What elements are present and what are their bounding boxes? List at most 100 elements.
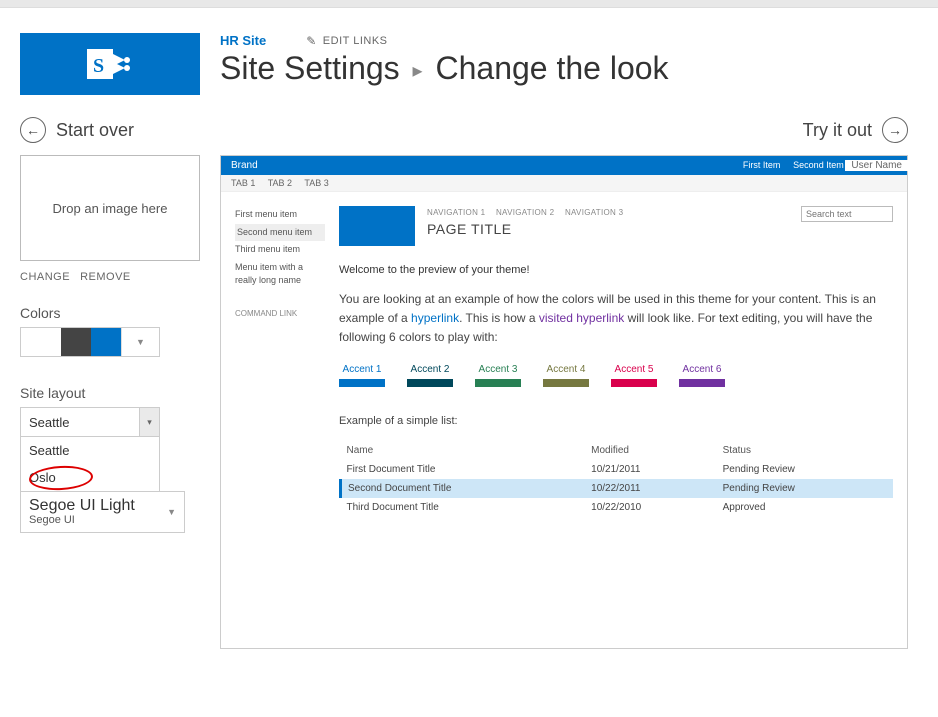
cell: Pending Review bbox=[717, 460, 893, 479]
preview-brand: Brand bbox=[231, 160, 258, 171]
preview-tab: TAB 3 bbox=[304, 178, 328, 188]
svg-text:S: S bbox=[93, 55, 104, 77]
table-header-row: Name Modified Status bbox=[341, 441, 894, 460]
accent-2: Accent 2 bbox=[407, 364, 453, 387]
nav-item: NAVIGATION 2 bbox=[496, 208, 554, 217]
col-status: Status bbox=[717, 441, 893, 460]
start-over-button[interactable]: ← Start over bbox=[20, 117, 134, 143]
font-primary-label: Segoe UI Light bbox=[29, 498, 135, 514]
sharepoint-icon: S bbox=[85, 44, 135, 84]
cell: Approved bbox=[717, 498, 893, 517]
color-swatch-2 bbox=[61, 328, 91, 356]
accent-label: Accent 2 bbox=[411, 364, 450, 375]
accent-label: Accent 3 bbox=[479, 364, 518, 375]
preview-page-title: PAGE TITLE bbox=[427, 221, 631, 237]
breadcrumb: Site Settings ▸ Change the look bbox=[220, 50, 918, 87]
remove-image-button[interactable]: REMOVE bbox=[80, 271, 131, 283]
preview-nav: NAVIGATION 1 NAVIGATION 2 NAVIGATION 3 bbox=[427, 208, 631, 217]
accent-label: Accent 6 bbox=[683, 364, 722, 375]
try-it-out-button[interactable]: Try it out → bbox=[803, 117, 908, 143]
main-content: Drop an image here CHANGE REMOVE Colors … bbox=[0, 155, 938, 679]
font-select[interactable]: Segoe UI Light Segoe UI ▼ bbox=[20, 491, 185, 533]
preview-tab: TAB 1 bbox=[231, 178, 255, 188]
cell: Second Document Title bbox=[341, 479, 586, 498]
accent-5: Accent 5 bbox=[611, 364, 657, 387]
ribbon-item: Second Item bbox=[793, 160, 844, 170]
cell: Pending Review bbox=[717, 479, 893, 498]
command-link: COMMAND LINK bbox=[235, 308, 325, 320]
try-it-out-label: Try it out bbox=[803, 120, 872, 141]
window-titlebar bbox=[0, 0, 938, 8]
site-layout-dropdown: Seattle Oslo bbox=[20, 436, 160, 492]
preview-search-input bbox=[801, 206, 893, 222]
preview-tab: TAB 2 bbox=[268, 178, 292, 188]
cell: First Document Title bbox=[341, 460, 586, 479]
colors-label: Colors bbox=[20, 305, 200, 321]
breadcrumb-current: Change the look bbox=[435, 50, 668, 86]
accent-1: Accent 1 bbox=[339, 364, 385, 387]
accent-label: Accent 5 bbox=[615, 364, 654, 375]
theme-preview: Brand First Item Second Item Third Item … bbox=[220, 155, 908, 649]
pencil-icon: ✎ bbox=[306, 34, 317, 48]
site-link[interactable]: HR Site bbox=[220, 33, 266, 48]
color-swatch-3 bbox=[91, 328, 121, 356]
site-layout-label: Site layout bbox=[20, 385, 200, 401]
layout-option-oslo[interactable]: Oslo bbox=[21, 464, 159, 491]
nav-item: NAVIGATION 1 bbox=[427, 208, 485, 217]
page-header: S HR Site ✎ EDIT LINKS Site Settings ▸ C… bbox=[0, 8, 938, 105]
dropzone-label: Drop an image here bbox=[53, 201, 168, 216]
accent-4: Accent 4 bbox=[543, 364, 589, 387]
accent-6: Accent 6 bbox=[679, 364, 725, 387]
table-row-selected: Second Document Title 10/22/2011 Pending… bbox=[341, 479, 894, 498]
preview-visited-link: visited hyperlink bbox=[539, 311, 624, 325]
menu-item: Third menu item bbox=[235, 241, 325, 259]
preview-ribbon: Brand First Item Second Item Third Item bbox=[221, 156, 907, 175]
sharepoint-logo[interactable]: S bbox=[20, 33, 200, 95]
preview-tabs: TAB 1 TAB 2 TAB 3 bbox=[221, 175, 907, 192]
preview-logo-thumb bbox=[339, 206, 415, 246]
chevron-down-icon: ▾ bbox=[139, 408, 159, 436]
layout-option-seattle[interactable]: Seattle bbox=[21, 437, 159, 464]
text-fragment: . This is how a bbox=[459, 311, 539, 325]
accent-label: Accent 1 bbox=[343, 364, 382, 375]
preview-table: Name Modified Status First Document Titl… bbox=[339, 441, 893, 517]
preview-left-nav: First menu item Second menu item Third m… bbox=[235, 206, 325, 517]
action-bar: ← Start over Try it out → bbox=[0, 105, 938, 155]
color-picker[interactable]: ▼ bbox=[20, 327, 160, 357]
menu-item: First menu item bbox=[235, 206, 325, 224]
accent-label: Accent 4 bbox=[547, 364, 586, 375]
preview-body-text: You are looking at an example of how the… bbox=[339, 290, 893, 348]
arrow-right-icon: → bbox=[882, 117, 908, 143]
change-image-button[interactable]: CHANGE bbox=[20, 271, 70, 283]
cell: 10/22/2010 bbox=[585, 498, 716, 517]
preview-welcome: Welcome to the preview of your theme! bbox=[339, 264, 893, 276]
preview-username: User Name bbox=[845, 160, 908, 171]
accent-swatches: Accent 1 Accent 2 Accent 3 Accent 4 Acce… bbox=[339, 364, 893, 387]
cell: Third Document Title bbox=[341, 498, 586, 517]
accent-3: Accent 3 bbox=[475, 364, 521, 387]
site-layout-value: Seattle bbox=[29, 415, 69, 430]
table-row: Third Document Title 10/22/2010 Approved bbox=[341, 498, 894, 517]
arrow-left-icon: ← bbox=[20, 117, 46, 143]
menu-item-selected: Second menu item bbox=[235, 224, 325, 242]
col-name: Name bbox=[341, 441, 586, 460]
cell: 10/21/2011 bbox=[585, 460, 716, 479]
nav-item: NAVIGATION 3 bbox=[565, 208, 623, 217]
chevron-down-icon: ▼ bbox=[167, 507, 176, 517]
edit-links-label: EDIT LINKS bbox=[323, 35, 388, 47]
color-swatch-1 bbox=[21, 328, 61, 356]
chevron-down-icon: ▼ bbox=[121, 328, 159, 356]
list-example-label: Example of a simple list: bbox=[339, 415, 893, 427]
image-dropzone[interactable]: Drop an image here bbox=[20, 155, 200, 261]
table-row: First Document Title 10/21/2011 Pending … bbox=[341, 460, 894, 479]
breadcrumb-parent[interactable]: Site Settings bbox=[220, 50, 400, 86]
start-over-label: Start over bbox=[56, 120, 134, 141]
menu-item: Menu item with a really long name bbox=[235, 259, 325, 290]
font-secondary-label: Segoe UI bbox=[29, 514, 135, 526]
site-layout-select[interactable]: Seattle ▾ bbox=[20, 407, 160, 437]
cell: 10/22/2011 bbox=[585, 479, 716, 498]
chevron-right-icon: ▸ bbox=[413, 60, 423, 82]
preview-hyperlink: hyperlink bbox=[411, 311, 459, 325]
edit-links-button[interactable]: ✎ EDIT LINKS bbox=[306, 34, 387, 48]
col-modified: Modified bbox=[585, 441, 716, 460]
